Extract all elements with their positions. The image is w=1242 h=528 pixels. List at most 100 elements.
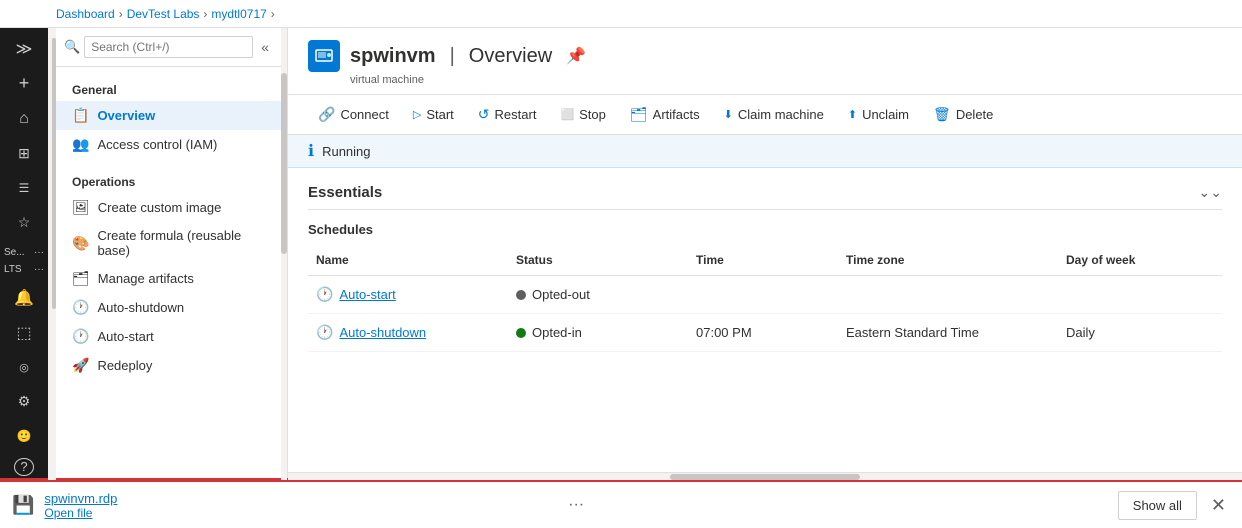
resource-title-separator: | <box>450 45 455 68</box>
bottom-more-btn[interactable]: ··· <box>564 492 588 518</box>
nav-item-auto-start-label: Auto-start <box>97 329 153 344</box>
col-header-status: Status <box>508 249 688 271</box>
side-tab-2[interactable]: LTS ··· <box>0 261 48 278</box>
essentials-expand-icon[interactable]: ⌄⌄ <box>1199 184 1222 201</box>
bottom-close-btn[interactable]: ✕ <box>1207 491 1230 520</box>
nav-item-create-image[interactable]: 🖼 Create custom image <box>56 193 281 222</box>
breadcrumb-devtest[interactable]: DevTest Labs <box>127 7 200 21</box>
access-control-nav-icon: 👥 <box>72 136 89 153</box>
search-icon: 🔍 <box>64 39 80 55</box>
table-row: 🕐 Auto-start Opted-out <box>308 276 1222 314</box>
resource-icon <box>308 40 340 72</box>
essentials-title: Essentials <box>308 184 382 201</box>
autoshutdown-name[interactable]: Auto-shutdown <box>339 325 426 340</box>
bottom-filename[interactable]: spwinvm.rdp <box>44 491 554 506</box>
restart-label: Restart <box>495 107 537 122</box>
resource-type: virtual machine <box>350 74 1222 86</box>
claim-icon: ⬇ <box>724 108 733 121</box>
auto-shutdown-nav-icon: 🕐 <box>72 299 89 316</box>
schedules-label: Schedules <box>308 222 1222 237</box>
nav-item-redeploy-label: Redeploy <box>97 358 152 373</box>
col-header-timezone: Time zone <box>838 249 1058 271</box>
show-all-button[interactable]: Show all <box>1118 491 1197 520</box>
autoshutdown-timezone: Eastern Standard Time <box>846 325 979 340</box>
unclaim-button[interactable]: ⬆ Unclaim <box>838 102 919 127</box>
nav-section-operations: Operations <box>56 167 281 193</box>
autoshutdown-day: Daily <box>1066 325 1095 340</box>
open-file-link[interactable]: Open file <box>44 506 554 520</box>
directory-icon-btn[interactable]: ◎ <box>4 351 44 384</box>
nav-item-create-formula[interactable]: 🎨 Create formula (reusable base) <box>56 222 281 264</box>
stop-icon: ⬜ <box>560 108 574 121</box>
cloud-shell-icon-btn[interactable]: ⬚ <box>4 316 44 349</box>
expand-sidebar-btn[interactable]: ≫ <box>4 33 44 66</box>
main-content: Essentials ⌄⌄ Schedules Name Status Time… <box>288 168 1242 472</box>
favorites-icon-btn[interactable]: ☆ <box>4 206 44 239</box>
nav-item-manage-artifacts[interactable]: 🗂 Manage artifacts <box>56 264 281 293</box>
connect-button[interactable]: 🔗 Connect <box>308 101 399 128</box>
autoshutdown-status-dot <box>516 328 526 338</box>
pin-icon[interactable]: 📌 <box>566 46 586 66</box>
artifacts-button[interactable]: 🗂 Artifacts <box>620 101 710 128</box>
status-banner: ℹ Running <box>288 135 1242 168</box>
delete-button[interactable]: 🗑 Delete <box>923 101 1003 128</box>
nav-section-general: General <box>56 75 281 101</box>
stop-button[interactable]: ⬜ Stop <box>550 102 615 127</box>
scroll-thumb[interactable] <box>670 474 861 480</box>
autoshutdown-day-cell: Daily <box>1058 318 1208 347</box>
nav-item-auto-start[interactable]: 🕐 Auto-start <box>56 322 281 351</box>
delete-icon: 🗑 <box>933 106 951 123</box>
autostart-status-cell: Opted-out <box>508 280 688 309</box>
nav-item-overview[interactable]: 📋 Overview <box>56 101 281 130</box>
claim-label: Claim machine <box>738 107 824 122</box>
col-header-day: Day of week <box>1058 249 1208 271</box>
breadcrumb-dashboard[interactable]: Dashboard <box>56 7 115 21</box>
notifications-icon-btn[interactable]: 🔔 <box>4 282 44 315</box>
connect-icon: 🔗 <box>318 106 335 123</box>
start-button[interactable]: ▷ Start <box>403 102 464 127</box>
nav-item-auto-shutdown[interactable]: 🕐 Auto-shutdown <box>56 293 281 322</box>
bottom-bar: 💾 spwinvm.rdp Open file ··· Show all ✕ <box>0 480 1242 528</box>
create-formula-nav-icon: 🎨 <box>72 235 89 252</box>
resource-name: spwinvm <box>350 45 436 68</box>
search-input[interactable] <box>84 36 253 58</box>
manage-artifacts-nav-icon: 🗂 <box>72 270 90 287</box>
create-resource-btn[interactable]: + <box>4 68 44 101</box>
help-icon-btn[interactable]: ? <box>14 458 34 476</box>
feedback-icon-btn[interactable]: 🙂 <box>4 420 44 453</box>
autostart-status-dot <box>516 290 526 300</box>
autoshutdown-name-cell: 🕐 Auto-shutdown <box>308 318 508 347</box>
info-icon: ℹ <box>308 141 314 161</box>
settings-icon-btn[interactable]: ⚙ <box>4 385 44 418</box>
bottom-file-info: spwinvm.rdp Open file <box>44 491 554 520</box>
connect-label: Connect <box>340 107 388 122</box>
restart-icon: ↺ <box>478 106 490 123</box>
autostart-status-text: Opted-out <box>532 287 590 302</box>
autoshutdown-row-icon: 🕐 <box>316 324 333 341</box>
autostart-name[interactable]: Auto-start <box>339 287 395 302</box>
schedules-section: Schedules Name Status Time Time zone Day… <box>308 222 1222 352</box>
home-icon-btn[interactable]: ⌂ <box>4 102 44 135</box>
collapse-nav-btn[interactable]: « <box>257 37 273 57</box>
breadcrumb-sep-1: › <box>119 7 123 21</box>
resource-header: spwinvm | Overview 📌 virtual machine <box>288 28 1242 95</box>
autoshutdown-time: 07:00 PM <box>696 325 752 340</box>
breadcrumb: Dashboard › DevTest Labs › mydtl0717 › <box>56 7 275 21</box>
claim-machine-button[interactable]: ⬇ Claim machine <box>714 102 834 127</box>
horizontal-scrollbar[interactable] <box>288 472 1242 480</box>
autostart-name-cell: 🕐 Auto-start <box>308 280 508 309</box>
autoshutdown-time-cell: 07:00 PM <box>688 318 838 347</box>
autostart-time-cell <box>688 280 838 309</box>
nav-item-access-control[interactable]: 👥 Access control (IAM) <box>56 130 281 159</box>
essentials-section: Essentials ⌄⌄ <box>308 184 1222 210</box>
restart-button[interactable]: ↺ Restart <box>468 101 547 128</box>
breadcrumb-mydtl[interactable]: mydtl0717 <box>211 7 266 21</box>
nav-scroll: General 📋 Overview 👥 Access control (IAM… <box>56 67 281 480</box>
nav-search-bar: 🔍 « <box>56 28 281 67</box>
autostart-timezone-cell <box>838 280 1058 309</box>
all-services-icon-btn[interactable]: ☰ <box>4 171 44 204</box>
delete-label: Delete <box>956 107 994 122</box>
dashboard-icon-btn[interactable]: ⊞ <box>4 137 44 170</box>
side-tab-1[interactable]: Se... ··· <box>0 244 48 261</box>
nav-item-redeploy[interactable]: 🚀 Redeploy <box>56 351 281 380</box>
